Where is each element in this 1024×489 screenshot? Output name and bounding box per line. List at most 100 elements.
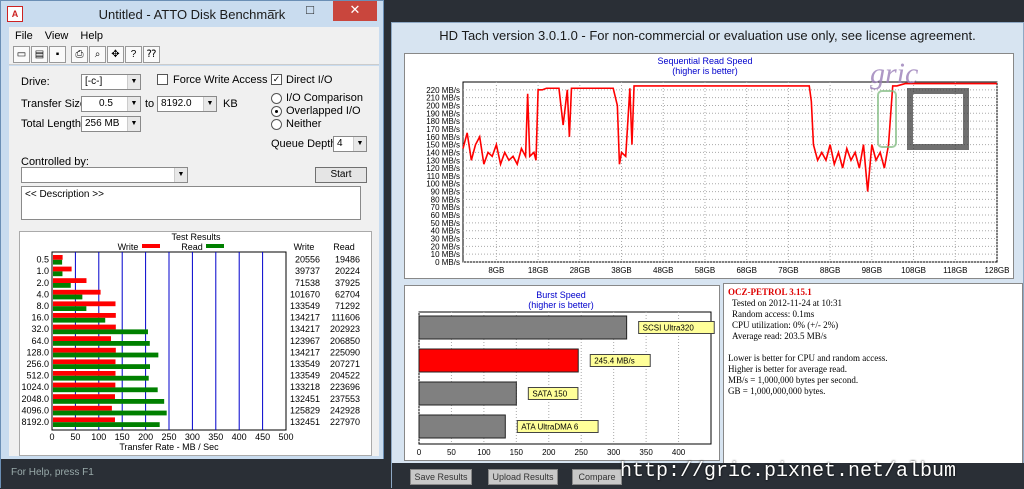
- compare-button[interactable]: Compare: [572, 469, 622, 485]
- upload-results-button[interactable]: Upload Results: [488, 469, 558, 485]
- drive-value: [-c-]: [85, 76, 103, 87]
- write-bar: [53, 255, 63, 260]
- menu-file[interactable]: File: [15, 30, 33, 42]
- y-tick-label: 100 MB/s: [426, 180, 460, 189]
- y-tick-label: 40 MB/s: [431, 227, 460, 236]
- write-value: 125829: [290, 405, 320, 415]
- write-bar: [53, 382, 116, 388]
- y-tick-label: 70 MB/s: [431, 203, 460, 212]
- x-tick-label: 78GB: [778, 266, 798, 275]
- y-tick-label: 170 MB/s: [426, 125, 460, 134]
- transfer-to-value: 8192.0: [161, 98, 192, 109]
- x-tick-label: 28GB: [570, 266, 590, 275]
- maximize-button[interactable]: □: [297, 1, 323, 21]
- read-bar: [53, 399, 165, 404]
- start-button[interactable]: Start: [315, 167, 367, 183]
- description-box[interactable]: << Description >>: [21, 186, 361, 220]
- read-value: 37925: [335, 278, 360, 288]
- drive-info-title: OCZ-PETROL 3.15.1: [728, 287, 812, 297]
- y-tick-label: 220 MB/s: [426, 86, 460, 95]
- read-value: 202923: [330, 324, 360, 334]
- y-tick-label: 2.0: [36, 278, 49, 288]
- x-tick-label: 0: [417, 448, 422, 457]
- x-tick-label: 300: [607, 448, 621, 457]
- x-tick-label: 50: [447, 448, 456, 457]
- burst-speed-panel: Burst Speed (higher is better) 0 50 100 150 20…: [404, 285, 720, 461]
- open-icon[interactable]: ▤: [31, 46, 48, 63]
- atto-results-chart: Test Results Write Read Write Read 0 50 100 150 2…: [21, 232, 360, 452]
- atto-titlebar[interactable]: A Untitled - ATTO Disk Benchmark – □ ✕: [1, 1, 383, 27]
- force-write-checkbox[interactable]: [157, 74, 168, 85]
- y-tick-label: 4.0: [36, 289, 49, 299]
- hdtach-window-title[interactable]: HD Tach version 3.0.1.0 - For non-commer…: [392, 23, 1023, 49]
- transfer-from-select[interactable]: 0.5 ▼: [81, 96, 141, 112]
- info-line: MB/s = 1,000,000 bytes per second.: [728, 375, 859, 385]
- atto-app-icon: A: [7, 6, 23, 22]
- controlled-by-select[interactable]: ▼: [21, 167, 188, 183]
- print-icon[interactable]: ⎙: [71, 46, 88, 63]
- read-bar: [53, 283, 71, 288]
- x-tick-label: 108GB: [901, 266, 926, 275]
- write-bar: [53, 417, 115, 423]
- write-value: 134217: [290, 313, 320, 323]
- move-icon[interactable]: ✥: [107, 46, 124, 63]
- read-bar: [53, 329, 148, 335]
- burst-bar: [418, 414, 506, 439]
- y-tick-label: 64.0: [31, 336, 49, 346]
- x-tick-label: 150: [510, 448, 524, 457]
- read-value: 71292: [335, 301, 360, 311]
- new-icon[interactable]: ▭: [13, 46, 30, 63]
- write-bar: [53, 301, 116, 307]
- x-tick-label: 38GB: [611, 266, 631, 275]
- x-axis-label: Transfer Rate - MB / Sec: [119, 442, 219, 452]
- y-tick-label: 130 MB/s: [426, 156, 460, 165]
- gric-watermark-logo: gric: [870, 57, 969, 150]
- save-results-button[interactable]: Save Results: [410, 469, 472, 485]
- drive-select[interactable]: [-c-] ▼: [81, 74, 141, 90]
- x-tick-label: 100: [477, 448, 491, 457]
- write-value: 133549: [290, 301, 320, 311]
- minimize-button[interactable]: –: [259, 1, 285, 21]
- menu-help[interactable]: Help: [80, 30, 103, 42]
- neither-label: Neither: [286, 118, 322, 130]
- context-help-icon[interactable]: ⁇: [143, 46, 160, 63]
- burst-label: ATA UltraDMA 6: [521, 423, 579, 432]
- read-value: 19486: [335, 255, 360, 265]
- direct-io-checkbox[interactable]: ✓: [271, 74, 282, 85]
- y-tick-label: 200 MB/s: [426, 101, 460, 110]
- drive-info-panel: OCZ-PETROL 3.15.1 Tested on 2012-11-24 a…: [723, 283, 1023, 483]
- column-write-header: Write: [294, 242, 315, 252]
- y-tick-label: 4096.0: [21, 405, 49, 415]
- write-bar: [53, 313, 116, 318]
- neither-radio[interactable]: [271, 119, 282, 130]
- y-tick-label: 256.0: [26, 359, 49, 369]
- watermark-url: http://gric.pixnet.net/album: [620, 460, 957, 483]
- queue-depth-select[interactable]: 4 ▼: [333, 136, 367, 152]
- direct-io-label: Direct I/O: [286, 74, 333, 86]
- y-tick-label: 10 MB/s: [431, 250, 460, 259]
- read-value: 225090: [330, 347, 360, 357]
- write-bar: [53, 278, 87, 283]
- x-tick-label: 18GB: [528, 266, 548, 275]
- drive-label: Drive:: [21, 76, 50, 88]
- y-tick-label: 50 MB/s: [431, 219, 460, 228]
- y-tick-label: 128.0: [26, 347, 49, 357]
- x-tick-label: 100: [91, 432, 106, 442]
- io-comparison-radio[interactable]: [271, 93, 282, 104]
- y-tick-label: 20 MB/s: [431, 242, 460, 251]
- total-length-select[interactable]: 256 MB ▼: [81, 116, 141, 132]
- read-bar: [53, 352, 159, 358]
- x-tick-label: 200: [138, 432, 153, 442]
- y-tick-label: 8192.0: [21, 417, 49, 427]
- help-icon[interactable]: ?: [125, 46, 142, 63]
- menu-view[interactable]: View: [45, 30, 69, 42]
- close-button[interactable]: ✕: [333, 1, 377, 21]
- total-length-label: Total Length:: [21, 118, 84, 130]
- save-icon[interactable]: ▪: [49, 46, 66, 63]
- read-bar: [53, 294, 83, 300]
- preview-icon[interactable]: ⌕: [89, 46, 106, 63]
- y-tick-label: 1.0: [36, 266, 49, 276]
- overlapped-io-radio[interactable]: [271, 106, 282, 117]
- transfer-to-select[interactable]: 8192.0 ▼: [157, 96, 217, 112]
